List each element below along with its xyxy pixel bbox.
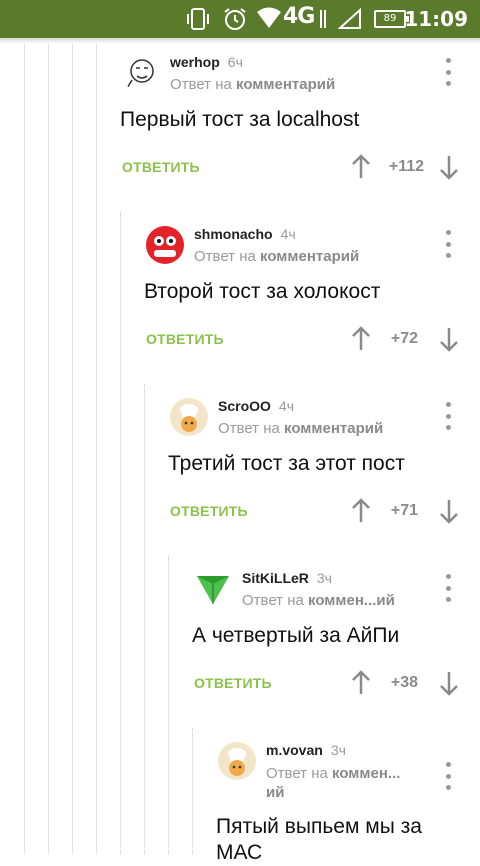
comment: ScroOO 4ч Ответ на комментарий Третий тос… bbox=[168, 398, 460, 538]
comment-text: Третий тост за этот пост bbox=[168, 452, 405, 475]
signal-icon bbox=[337, 7, 362, 35]
comment-time: 3ч bbox=[316, 570, 332, 586]
reply-button[interactable]: ОТВЕТИТЬ bbox=[194, 675, 272, 691]
status-bar: 4G 89 11:09 bbox=[0, 0, 480, 38]
comment-text: Пятый выпьем мы за МАС bbox=[216, 815, 422, 864]
thread-line bbox=[192, 728, 193, 854]
comment-score: +71 bbox=[390, 502, 418, 519]
thread-line bbox=[96, 44, 97, 854]
comment-score: +112 bbox=[388, 158, 424, 175]
more-options-icon[interactable] bbox=[438, 574, 458, 602]
comment-time: 3ч bbox=[330, 742, 346, 758]
comment-text: А четвертый за АйПи bbox=[192, 624, 400, 647]
comment-text: Второй тост за холокост bbox=[144, 280, 381, 303]
comment-time: 4ч bbox=[278, 398, 294, 414]
meme-face-icon[interactable] bbox=[122, 54, 160, 92]
data-arrows-icon bbox=[318, 8, 328, 35]
red-cartoon-icon[interactable] bbox=[146, 226, 184, 264]
comment: SitKiLLeR 3ч Ответ на коммен...ий А четве… bbox=[192, 570, 460, 710]
thread-line bbox=[48, 44, 49, 854]
reply-to-link[interactable]: Ответ на комментарий bbox=[194, 248, 359, 265]
comment-time: 6ч bbox=[227, 54, 243, 70]
downvote-icon[interactable] bbox=[438, 154, 460, 180]
thread-line bbox=[144, 384, 145, 854]
comment-score: +38 bbox=[390, 674, 418, 691]
comment-author[interactable]: m.vovan 3ч bbox=[266, 742, 346, 758]
comment-author[interactable]: shmonacho 4ч bbox=[194, 226, 296, 242]
thread-line bbox=[72, 44, 73, 854]
comment-author[interactable]: werhop 6ч bbox=[170, 54, 243, 70]
downvote-icon[interactable] bbox=[438, 498, 460, 524]
reply-button[interactable]: ОТВЕТИТЬ bbox=[170, 503, 248, 519]
comment: werhop 6ч Ответ на комментарий Первый тос… bbox=[120, 54, 460, 194]
thread-line bbox=[24, 44, 25, 854]
comment-author[interactable]: SitKiLLeR 3ч bbox=[242, 570, 332, 586]
downvote-icon[interactable] bbox=[438, 670, 460, 696]
thread-line bbox=[120, 212, 121, 854]
comment-text: Первый тост за localhost bbox=[120, 108, 360, 131]
reply-to-link[interactable]: Ответ на коммен...ий bbox=[266, 764, 400, 802]
downvote-icon[interactable] bbox=[438, 326, 460, 352]
reply-to-link[interactable]: Ответ на комментарий bbox=[218, 420, 383, 437]
more-options-icon[interactable] bbox=[438, 402, 458, 430]
clock: 11:09 bbox=[404, 7, 468, 31]
alarm-icon bbox=[222, 6, 248, 37]
more-options-icon[interactable] bbox=[438, 230, 458, 258]
green-triangle-icon[interactable] bbox=[194, 570, 232, 608]
thread-line bbox=[168, 556, 169, 854]
network-type: 4G bbox=[283, 4, 315, 29]
chef-icon[interactable] bbox=[170, 398, 208, 436]
chef-icon[interactable] bbox=[218, 742, 256, 780]
comment-author[interactable]: ScroOO 4ч bbox=[218, 398, 294, 414]
reply-to-link[interactable]: Ответ на коммен...ий bbox=[242, 592, 395, 609]
reply-to-link[interactable]: Ответ на комментарий bbox=[170, 76, 335, 93]
reply-button[interactable]: ОТВЕТИТЬ bbox=[146, 331, 224, 347]
more-options-icon[interactable] bbox=[438, 762, 458, 790]
reply-button[interactable]: ОТВЕТИТЬ bbox=[122, 159, 200, 175]
comment: m.vovan 3ч Ответ на коммен... ий Пятый вып… bbox=[216, 742, 458, 864]
battery-indicator: 89 bbox=[374, 10, 409, 28]
comment: shmonacho 4ч Ответ на комментарий Второй … bbox=[144, 226, 460, 366]
upvote-icon[interactable] bbox=[350, 154, 372, 180]
wifi-icon bbox=[256, 6, 282, 35]
vibrate-icon bbox=[186, 6, 210, 37]
more-options-icon[interactable] bbox=[438, 58, 458, 86]
comment-time: 4ч bbox=[280, 226, 296, 242]
comment-score: +72 bbox=[390, 330, 418, 347]
